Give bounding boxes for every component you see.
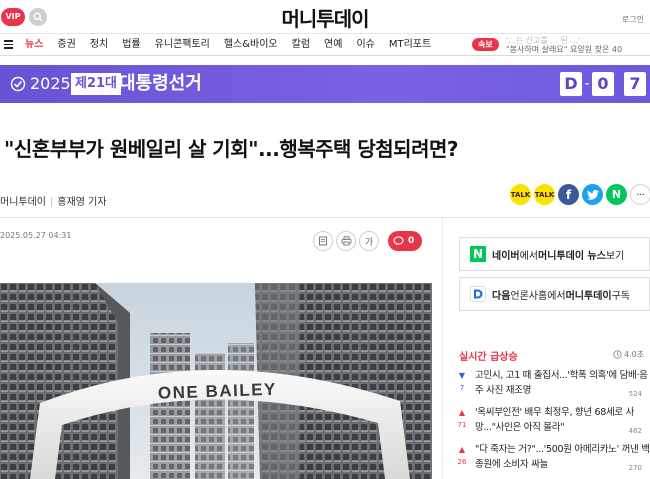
election-year: 2025 bbox=[30, 74, 71, 93]
realtime-item-views: 524 bbox=[628, 390, 642, 398]
search-icon bbox=[33, 12, 43, 22]
document-icon bbox=[319, 236, 327, 246]
breaking-news-badge: 속보 bbox=[472, 38, 499, 51]
clock-icon bbox=[613, 350, 622, 359]
facebook-share-button[interactable]: f bbox=[558, 184, 579, 205]
article-byline: 머니투데이 | 홍재영 기자 bbox=[0, 193, 107, 208]
search-button[interactable] bbox=[29, 8, 47, 26]
election-round: 제21대 bbox=[71, 73, 122, 95]
print-button[interactable] bbox=[336, 231, 356, 251]
main-nav: 뉴스 증권 정치 법률 유니콘팩토리 헬스&바이오 칼럼 연예 이슈 MT리포트… bbox=[0, 34, 650, 56]
realtime-item-title[interactable]: 고민시, 고1 때 출집서...'학폭 의혹'에 담배·음주 사진 재조명 bbox=[475, 368, 650, 398]
realtime-item-title[interactable]: "다 죽자는 거?"...'500원 아메리카노' 꺼낸 백종원에 소비자 싸늘 bbox=[475, 442, 650, 472]
apartment-photo-image: ONE BAILEY bbox=[0, 283, 432, 479]
rank-change: 7 bbox=[459, 384, 465, 392]
naver-subscribe-box[interactable]: N 네이버 에서 머니투데이 뉴스 보기 bbox=[459, 237, 650, 271]
site-logo[interactable]: 머니투데이 bbox=[250, 3, 400, 32]
nav-item-mt-report[interactable]: MT리포트 bbox=[389, 37, 431, 53]
realtime-trending-title: 실시간 급상승 bbox=[459, 352, 518, 363]
daum-text-mid: 언론사홈에서 bbox=[510, 290, 566, 302]
ticker-line-previous: '...는 신고를 ... 된 ...' ... bbox=[506, 36, 591, 45]
copy-button[interactable] bbox=[313, 231, 333, 251]
nav-item-issue[interactable]: 이슈 bbox=[356, 37, 374, 53]
realtime-item-3[interactable]: ▲ 26 "다 죽자는 거?"...'500원 아메리카노' 꺼낸 백종원에 소… bbox=[457, 442, 650, 479]
article-date: 2025.05.27 04:31 bbox=[0, 231, 72, 240]
byline-source[interactable]: 머니투데이 bbox=[0, 197, 46, 208]
nav-item-column[interactable]: 칼럼 bbox=[292, 37, 310, 53]
realtime-item-2[interactable]: ▲ 71 '옥씨부인전' 배우 최정우, 향년 68세로 사망..."사인은 아… bbox=[457, 405, 650, 443]
naver-label: 네이버 bbox=[492, 250, 520, 262]
more-share-button[interactable]: ··· bbox=[630, 184, 650, 205]
dday-letter: D bbox=[560, 72, 582, 96]
daum-logo-icon bbox=[470, 286, 486, 302]
article-headline: "신혼부부가 원베일리 살 기회"...행복주택 당첨되려면? bbox=[4, 137, 459, 161]
realtime-refresh[interactable]: 4.0초 bbox=[613, 349, 644, 360]
realtime-item-views: 270 bbox=[628, 464, 642, 472]
article-tools: 가 0 bbox=[313, 231, 423, 251]
article-photo[interactable]: ONE BAILEY bbox=[0, 283, 432, 479]
nav-item-news[interactable]: 뉴스 bbox=[25, 37, 43, 53]
byline-divider bbox=[0, 217, 650, 218]
nav-item-politics[interactable]: 정치 bbox=[90, 37, 108, 53]
nav-item-law[interactable]: 법률 bbox=[122, 37, 140, 53]
dday-digit-2: 7 bbox=[624, 72, 646, 96]
breaking-news-ticker[interactable]: '...는 신고를 ... 된 ...' ... "봉사하며 살래요" 요양원 … bbox=[506, 36, 650, 54]
election-title: 대통령선거 bbox=[119, 73, 202, 94]
realtime-item-views: 462 bbox=[628, 427, 642, 435]
daum-label: 다음 bbox=[492, 290, 511, 302]
rank-change: 26 bbox=[457, 458, 467, 466]
twitter-share-button[interactable] bbox=[582, 184, 603, 205]
kakaotalk-share-button[interactable]: TALK bbox=[510, 184, 531, 205]
naver-text-post: 보기 bbox=[605, 250, 625, 262]
rank-up-icon: ▲ bbox=[458, 408, 466, 417]
realtime-item-1[interactable]: ▼ 7 고민시, 고1 때 출집서...'학폭 의혹'에 담배·음주 사진 재조… bbox=[457, 368, 650, 406]
nav-item-unicorn-factory[interactable]: 유니콘팩토리 bbox=[155, 37, 210, 53]
top-bar: VIP 머니투데이 로그인 bbox=[0, 0, 650, 34]
column-divider bbox=[442, 218, 443, 479]
dday-dash: - bbox=[584, 76, 590, 92]
nav-item-stock[interactable]: 증권 bbox=[57, 37, 75, 53]
election-banner[interactable]: 2025 제21대 대통령선거 D - 0 7 bbox=[0, 65, 650, 103]
font-size-button[interactable]: 가 bbox=[359, 231, 379, 251]
nav-items: 뉴스 증권 정치 법률 유니콘팩토리 헬스&바이오 칼럼 연예 이슈 MT리포트 bbox=[25, 37, 445, 53]
nav-item-health-bio[interactable]: 헬스&바이오 bbox=[224, 37, 278, 53]
byline-reporter[interactable]: 홍재영 기자 bbox=[57, 197, 106, 208]
daum-text-post: 구독 bbox=[611, 290, 631, 302]
twitter-icon bbox=[586, 189, 599, 200]
realtime-refresh-time: 4.0초 bbox=[624, 350, 645, 359]
comment-icon bbox=[393, 236, 404, 246]
kakaostory-share-button[interactable]: TALK bbox=[534, 184, 555, 205]
realtime-item-title[interactable]: '옥씨부인전' 배우 최정우, 향년 68세로 사망..."사인은 아직 몰라" bbox=[475, 405, 650, 435]
rank-up-icon: ▲ bbox=[458, 445, 466, 454]
byline-separator: | bbox=[50, 197, 54, 208]
rank-change: 71 bbox=[457, 421, 467, 429]
dday-digit-1: 0 bbox=[592, 72, 614, 96]
comment-count: 0 bbox=[408, 236, 415, 246]
dday-counter: D - 0 7 bbox=[560, 72, 646, 96]
naver-text-mid: 에서 bbox=[519, 250, 539, 262]
login-link[interactable]: 로그인 bbox=[622, 14, 644, 25]
share-buttons: TALK TALK f N ··· bbox=[510, 184, 650, 205]
rank-down-icon: ▼ bbox=[458, 371, 466, 380]
printer-icon bbox=[341, 236, 351, 246]
daum-text-bold: 머니투데이 bbox=[565, 290, 612, 302]
comment-button[interactable]: 0 bbox=[388, 231, 423, 251]
vip-button[interactable]: VIP bbox=[1, 8, 25, 26]
daum-subscribe-box[interactable]: 다음 언론사홈에서 머니투데이 구독 bbox=[459, 277, 650, 311]
ticker-line-current: "봉사하며 살래요" 요양원 찾은 40 bbox=[506, 45, 623, 54]
naver-share-button[interactable]: N bbox=[606, 184, 627, 205]
nav-item-entertainment[interactable]: 연예 bbox=[324, 37, 342, 53]
menu-icon[interactable] bbox=[4, 40, 13, 49]
naver-text-bold: 머니투데이 뉴스 bbox=[538, 250, 606, 262]
naver-logo-icon: N bbox=[470, 246, 486, 262]
ballot-icon bbox=[10, 76, 26, 92]
